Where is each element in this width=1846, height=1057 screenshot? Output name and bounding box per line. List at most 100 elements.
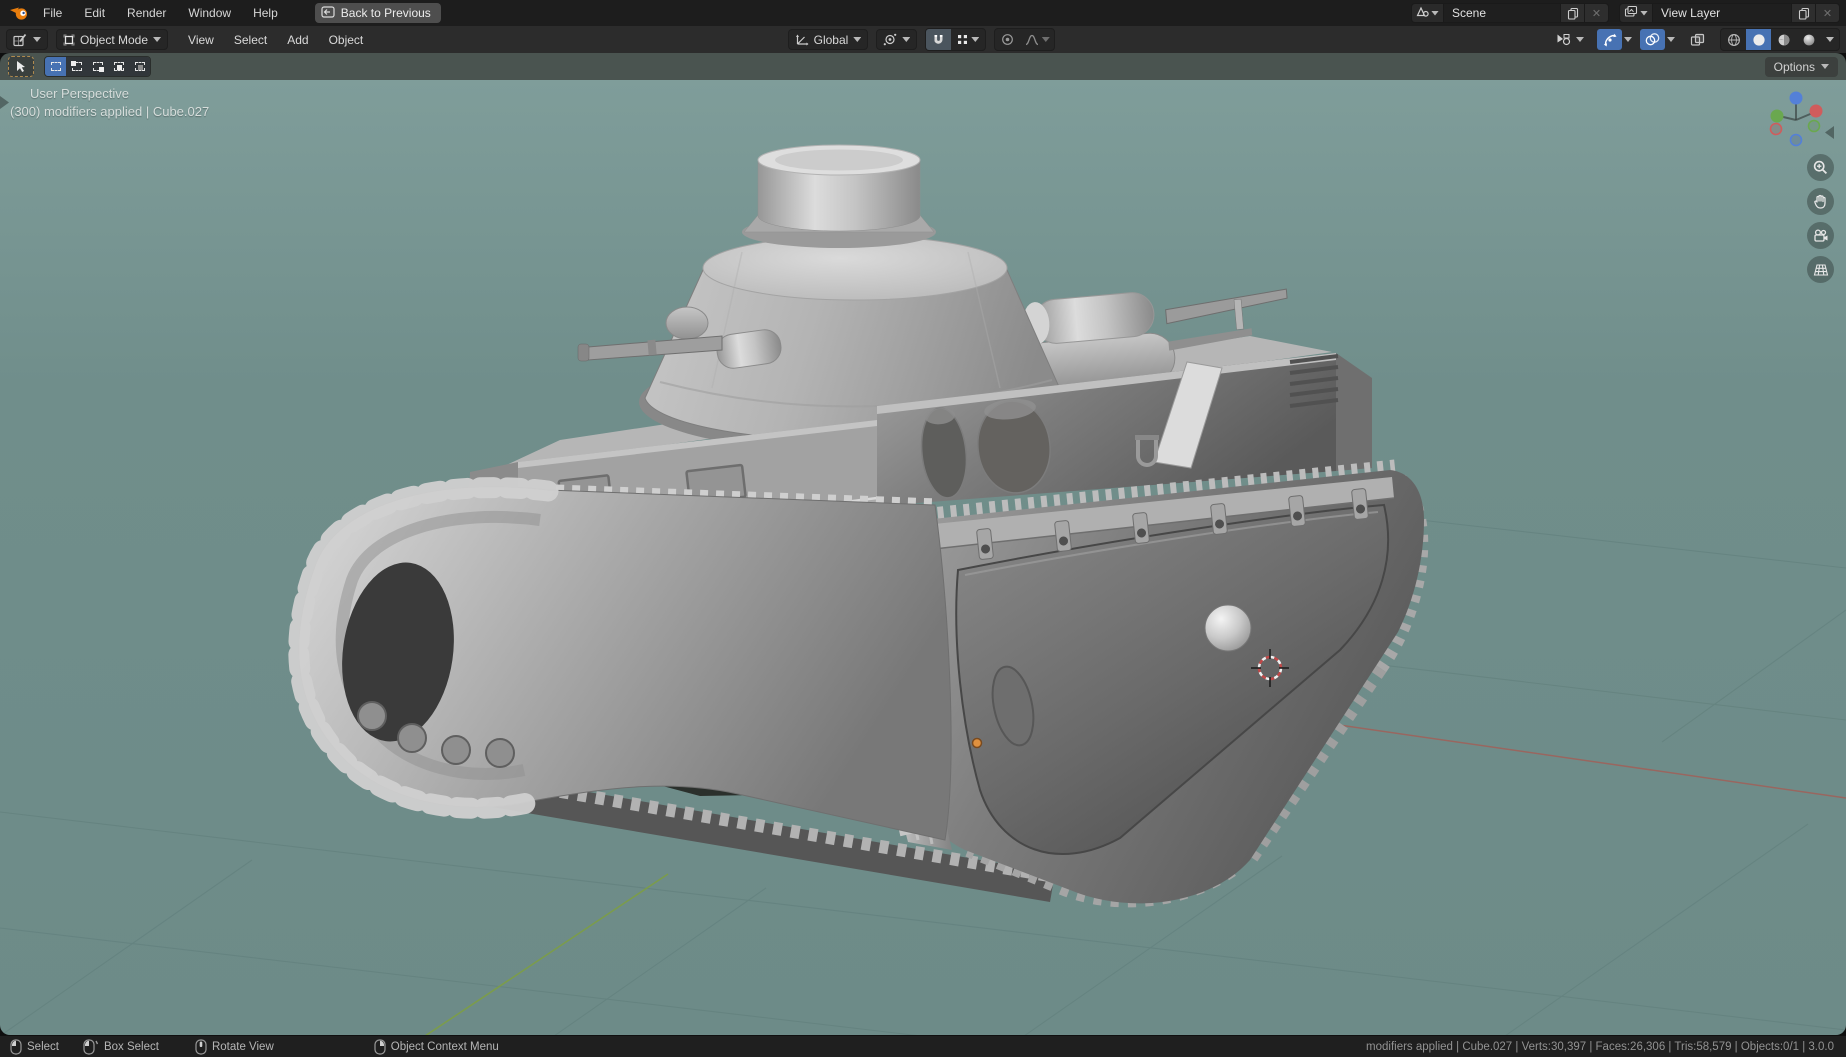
scene-browse-button[interactable] <box>1411 3 1443 23</box>
editor-type-button[interactable] <box>6 29 48 50</box>
shading-mode-group <box>1720 28 1840 51</box>
select-mode-subtract-button[interactable] <box>87 57 108 76</box>
pivot-point-icon <box>883 33 897 46</box>
shading-material-button[interactable] <box>1771 29 1796 50</box>
chevron-down-icon <box>1041 37 1050 42</box>
menu-help[interactable]: Help <box>242 0 289 26</box>
scene-name-field[interactable]: Scene <box>1443 3 1561 23</box>
select-mode-extend-button[interactable] <box>66 57 87 76</box>
blender-logo-icon[interactable] <box>6 5 32 21</box>
object-visibility-dropdown[interactable] <box>1549 29 1591 50</box>
view-layer-browse-button[interactable] <box>1619 3 1652 23</box>
hint-context-menu: Object Context Menu <box>374 1038 499 1055</box>
scene-unlink-button[interactable]: ✕ <box>1585 3 1609 23</box>
scene-statistics: modifiers applied | Cube.027 | Verts:30,… <box>1366 1040 1834 1053</box>
pivot-point-dropdown[interactable] <box>876 29 918 50</box>
menu-file[interactable]: File <box>32 0 73 26</box>
xray-toggle-button[interactable] <box>1685 29 1710 50</box>
tank-model <box>288 144 1429 908</box>
gizmo-toggle-button[interactable] <box>1597 29 1622 50</box>
snap-magnet-icon <box>934 35 943 44</box>
menu-object[interactable]: Object <box>319 33 374 47</box>
tank-cupola <box>742 144 936 248</box>
back-icon <box>321 5 335 21</box>
ortho-grid-button[interactable] <box>1807 256 1834 283</box>
pan-hand-icon <box>1814 194 1826 209</box>
viewport-3d[interactable]: User Perspective (300) modifiers applied… <box>0 80 1846 1035</box>
object-origin-dot <box>971 737 983 749</box>
falloff-curve-icon <box>1025 34 1039 45</box>
navigation-axis-gizmo[interactable] <box>1764 86 1828 153</box>
mouse-left-icon <box>10 1038 22 1055</box>
copy-icon <box>1567 7 1578 20</box>
menu-window[interactable]: Window <box>177 0 242 26</box>
shading-solid-button[interactable] <box>1746 29 1771 50</box>
overlays-toggle-button[interactable] <box>1640 29 1665 50</box>
active-tool-select-box-button[interactable] <box>8 56 34 77</box>
snap-target-dropdown[interactable] <box>951 29 985 50</box>
viewport-header: Object Mode View Select Add Object Globa… <box>0 26 1846 53</box>
menu-select[interactable]: Select <box>224 33 277 47</box>
chevron-down-icon <box>1821 64 1829 69</box>
chevron-down-icon <box>153 37 162 42</box>
chevron-down-icon <box>1826 37 1834 42</box>
snapping-group <box>925 28 987 51</box>
chevron-down-icon <box>33 37 41 42</box>
transform-orientation-dropdown[interactable]: Global <box>787 29 869 50</box>
shading-material-icon <box>1778 34 1789 45</box>
falloff-dropdown[interactable] <box>1020 29 1054 50</box>
hint-box-select: Box Select <box>83 1038 159 1055</box>
select-mode-group <box>44 56 151 77</box>
zoom-button[interactable] <box>1807 154 1834 181</box>
hint-rotate-view: Rotate View <box>195 1038 274 1055</box>
select-mode-set-button[interactable] <box>45 57 66 76</box>
snap-toggle-button[interactable] <box>926 29 952 50</box>
chevron-down-icon <box>902 37 911 42</box>
view-layer-new-button[interactable] <box>1792 3 1816 23</box>
hint-select: Select <box>10 1038 59 1055</box>
xray-toggle-icon <box>1690 33 1705 46</box>
shading-solid-icon <box>1752 33 1765 46</box>
mouse-middle-icon <box>195 1038 207 1055</box>
menu-view[interactable]: View <box>178 33 224 47</box>
tank-right-track <box>880 459 1429 908</box>
select-mode-intersect-button[interactable] <box>129 57 150 76</box>
viewport-3d-scene[interactable] <box>0 80 1846 1035</box>
scene-new-button[interactable] <box>1561 3 1585 23</box>
menu-edit[interactable]: Edit <box>73 0 116 26</box>
scene-icon <box>1416 5 1429 21</box>
view-layer-name-field[interactable]: View Layer <box>1652 3 1792 23</box>
proportional-edit-button[interactable] <box>995 29 1020 50</box>
shading-rendered-button[interactable] <box>1796 29 1821 50</box>
menu-render[interactable]: Render <box>116 0 177 26</box>
cursor-arrow-icon <box>17 61 25 72</box>
select-mode-invert-button[interactable] <box>108 57 129 76</box>
shading-dropdown[interactable] <box>1821 29 1839 50</box>
overlays-toggle-icon <box>1645 33 1660 46</box>
pan-button[interactable] <box>1807 188 1834 215</box>
shading-wireframe-button[interactable] <box>1721 29 1746 50</box>
chevron-down-icon[interactable] <box>1667 37 1675 42</box>
tank-left-track <box>288 477 952 841</box>
view-layer-selector: View Layer ✕ <box>1619 3 1840 23</box>
mouse-right-icon <box>374 1038 386 1055</box>
zoom-icon <box>1813 160 1828 175</box>
scene-selector: Scene ✕ <box>1411 3 1609 23</box>
copy-icon <box>1798 7 1809 20</box>
options-dropdown[interactable]: Options <box>1764 56 1838 77</box>
topbar: File Edit Render Window Help Back to Pre… <box>0 0 1846 26</box>
chevron-down-icon <box>1640 10 1648 16</box>
snap-target-icon <box>958 35 968 44</box>
tool-settings-bar: Options <box>0 53 1846 80</box>
y-axis-line <box>425 873 669 1035</box>
view-layer-remove-button[interactable]: ✕ <box>1816 3 1840 23</box>
chevron-down-icon[interactable] <box>1624 37 1632 42</box>
shading-rendered-icon <box>1803 34 1814 45</box>
back-to-previous-button[interactable]: Back to Previous <box>314 3 441 23</box>
camera-view-button[interactable] <box>1807 222 1834 249</box>
menu-add[interactable]: Add <box>277 33 318 47</box>
mode-dropdown[interactable]: Object Mode <box>56 29 169 50</box>
view-layer-icon <box>1624 5 1638 21</box>
chevron-down-icon <box>971 37 980 42</box>
camera-view-icon <box>1813 228 1827 242</box>
